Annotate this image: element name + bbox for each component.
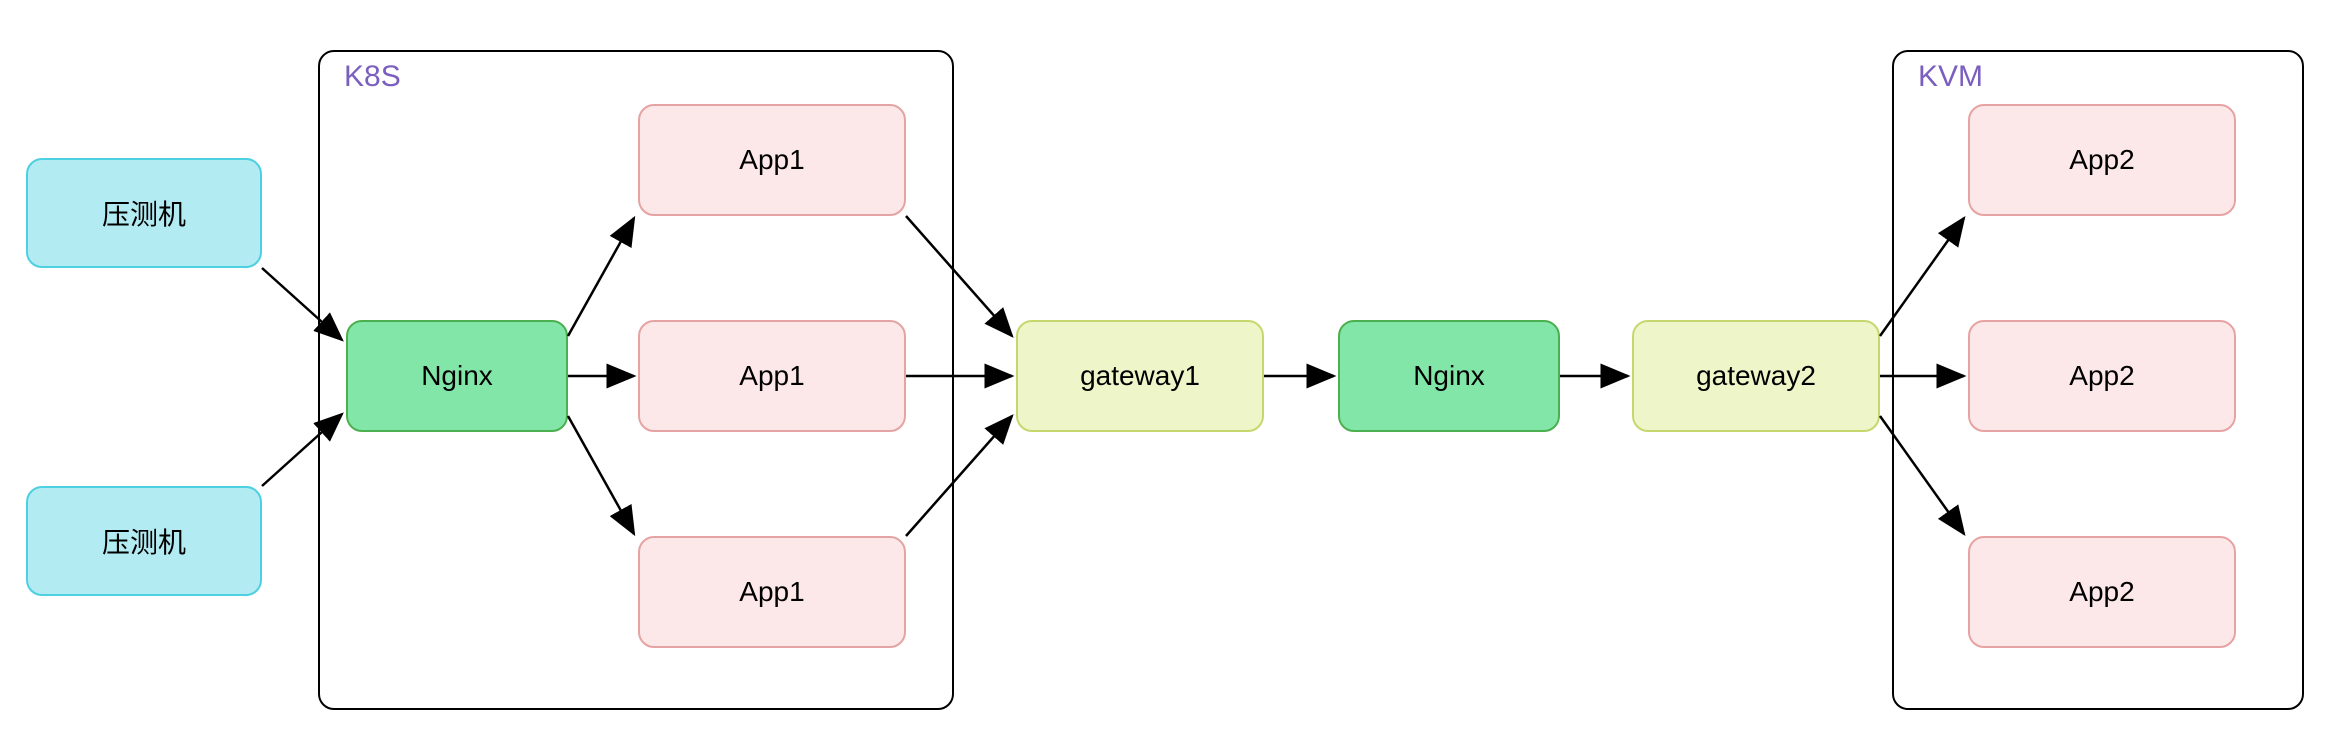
- gateway-2: gateway2: [1632, 320, 1880, 432]
- nginx-1: Nginx: [346, 320, 568, 432]
- gateway-1-label: gateway1: [1080, 360, 1200, 392]
- app2-c: App2: [1968, 536, 2236, 648]
- gateway-2-label: gateway2: [1696, 360, 1816, 392]
- app1-c: App1: [638, 536, 906, 648]
- app2-a: App2: [1968, 104, 2236, 216]
- k8s-label: K8S: [344, 60, 401, 94]
- app1-b: App1: [638, 320, 906, 432]
- app1-a: App1: [638, 104, 906, 216]
- gateway-1: gateway1: [1016, 320, 1264, 432]
- load-tester-1: 压测机: [26, 158, 262, 268]
- load-tester-1-label: 压测机: [102, 193, 186, 233]
- kvm-label: KVM: [1918, 60, 1983, 94]
- load-tester-2: 压测机: [26, 486, 262, 596]
- app1-b-label: App1: [739, 360, 804, 392]
- app2-a-label: App2: [2069, 144, 2134, 176]
- app2-b: App2: [1968, 320, 2236, 432]
- load-tester-2-label: 压测机: [102, 521, 186, 561]
- diagram-canvas: K8S KVM 压测机 压测机 Nginx App1 App1 App1 gat…: [0, 0, 2336, 748]
- nginx-1-label: Nginx: [421, 360, 493, 392]
- nginx-2: Nginx: [1338, 320, 1560, 432]
- app1-c-label: App1: [739, 576, 804, 608]
- app2-c-label: App2: [2069, 576, 2134, 608]
- app2-b-label: App2: [2069, 360, 2134, 392]
- nginx-2-label: Nginx: [1413, 360, 1485, 392]
- app1-a-label: App1: [739, 144, 804, 176]
